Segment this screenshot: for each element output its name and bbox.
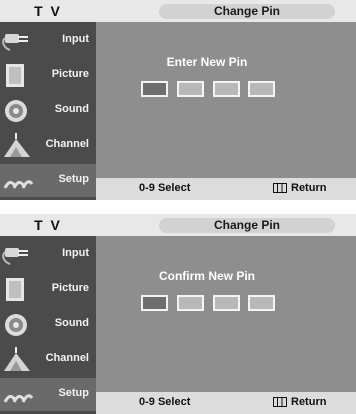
sidebar-menu: Input Picture Sound Channel Setup: [0, 22, 96, 200]
sidebar-item-channel[interactable]: Channel: [0, 343, 96, 376]
tv-label: T V: [34, 217, 62, 233]
setup-gears-icon: [3, 180, 34, 189]
sidebar-item-label: Sound: [54, 103, 89, 115]
select-hint: 0-9 Select: [139, 396, 191, 408]
sidebar-item-picture[interactable]: Picture: [0, 273, 96, 306]
speaker-icon: [5, 100, 27, 122]
menu-title: Change Pin: [159, 4, 335, 19]
top-bar: T V Change Pin: [0, 214, 356, 236]
top-bar: T V Change Pin: [0, 0, 356, 22]
pin-prompt: Confirm New Pin: [158, 269, 255, 283]
pin-digit-box[interactable]: [248, 295, 275, 311]
input-plug-icon: [2, 34, 28, 51]
sidebar-item-label: Channel: [45, 138, 89, 150]
sidebar-item-sound[interactable]: Sound: [0, 94, 96, 127]
pin-digit-box[interactable]: [213, 81, 240, 97]
return-label: Return: [291, 182, 327, 194]
picture-icon: [6, 64, 24, 87]
sidebar-item-setup[interactable]: Setup: [0, 378, 96, 411]
footer-hints: 0-9 Select Return: [96, 392, 356, 414]
sidebar-menu: Input Picture Sound Channel Setup: [0, 236, 96, 414]
pin-digit-box[interactable]: [177, 81, 204, 97]
antenna-icon: [4, 347, 30, 371]
content-area: Confirm New Pin: [96, 236, 356, 392]
return-hint[interactable]: Return: [273, 182, 326, 194]
return-hint[interactable]: Return: [273, 396, 326, 408]
sidebar-item-channel[interactable]: Channel: [0, 129, 96, 162]
sidebar-item-label: Setup: [58, 173, 89, 185]
sidebar-item-label: Picture: [51, 68, 89, 80]
menu-title: Change Pin: [159, 218, 335, 233]
return-label: Return: [291, 396, 327, 408]
return-icon: [273, 183, 287, 194]
pin-digit-box[interactable]: [177, 295, 204, 311]
pin-digit-box[interactable]: [248, 81, 275, 97]
picture-icon: [6, 278, 24, 301]
sidebar-item-input[interactable]: Input: [0, 24, 96, 57]
content-area: Enter New Pin: [96, 22, 356, 178]
osd-panel-enter-pin: T V Change Pin Input Picture Sound Chann…: [0, 0, 356, 200]
sidebar-item-setup[interactable]: Setup: [0, 164, 96, 197]
sidebar-item-label: Input: [62, 247, 89, 259]
sidebar-item-input[interactable]: Input: [0, 238, 96, 271]
tv-label: T V: [34, 3, 62, 19]
setup-gears-icon: [3, 394, 34, 403]
sidebar-item-label: Channel: [45, 352, 89, 364]
sidebar-item-label: Picture: [51, 282, 89, 294]
return-icon: [273, 397, 287, 408]
osd-panel-confirm-pin: T V Change Pin Input Picture Sound Chann…: [0, 214, 356, 414]
footer-hints: 0-9 Select Return: [96, 178, 356, 200]
pin-prompt: Enter New Pin: [166, 55, 248, 69]
sidebar-item-label: Input: [62, 33, 89, 45]
antenna-icon: [4, 133, 30, 157]
sidebar-item-label: Setup: [58, 387, 89, 399]
pin-digit-box[interactable]: [213, 295, 240, 311]
pin-digit-box[interactable]: [141, 81, 168, 97]
sidebar-item-picture[interactable]: Picture: [0, 59, 96, 92]
input-plug-icon: [2, 248, 28, 265]
sidebar-item-label: Sound: [54, 317, 89, 329]
sidebar-item-sound[interactable]: Sound: [0, 308, 96, 341]
pin-digit-box[interactable]: [141, 295, 168, 311]
select-hint: 0-9 Select: [139, 182, 191, 194]
speaker-icon: [5, 314, 27, 336]
